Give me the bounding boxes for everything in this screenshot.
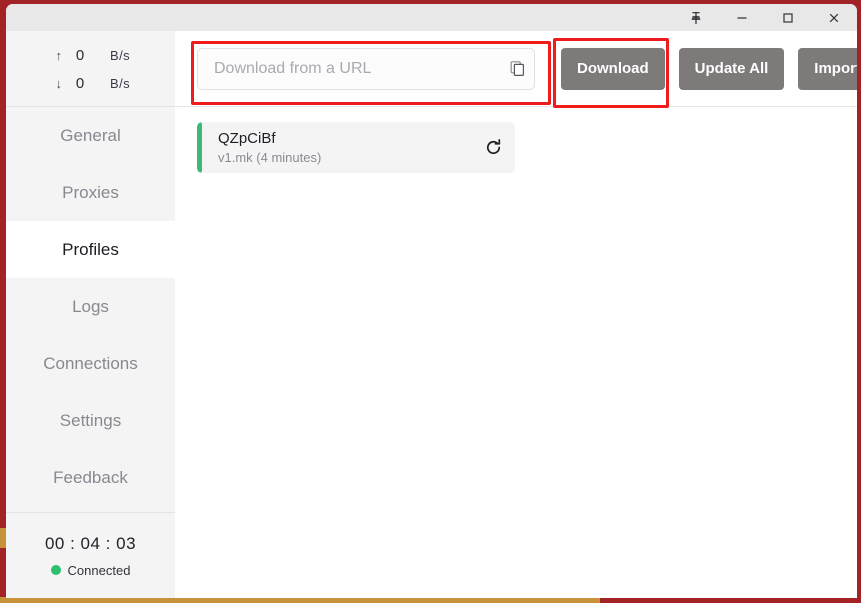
profile-card[interactable]: QZpCiBf v1.mk (4 minutes) [197,122,515,173]
profile-detail: v1.mk (4 minutes) [218,149,322,165]
pin-icon[interactable] [673,4,719,31]
sidebar-item-settings[interactable]: Settings [6,392,175,449]
update-all-button[interactable]: Update All [678,47,785,90]
sidebar-item-feedback[interactable]: Feedback [6,449,175,506]
profile-accent-bar [197,122,202,173]
session-timer: 00 : 04 : 03 [44,533,137,553]
download-arrow-icon: ↓ [55,75,63,91]
app-window: ↑ 0 B/s ↓ 0 B/s General Proxies Profiles… [0,0,861,603]
profile-list: QZpCiBf v1.mk (4 minutes) [175,107,857,173]
main-content: Download Update All Import QZpCiBf v1.mk… [175,31,857,598]
sidebar-item-general[interactable]: General [6,107,175,164]
download-speed-row: ↓ 0 B/s [6,69,175,97]
sidebar-footer: 00 : 04 : 03 Connected [6,512,175,598]
sidebar-nav: General Proxies Profiles Logs Connection… [6,107,175,506]
refresh-icon[interactable] [471,138,515,157]
download-speed-value: 0 [75,74,85,92]
speed-panel: ↑ 0 B/s ↓ 0 B/s [6,31,175,107]
connection-status: Connected [50,562,131,578]
titlebar [6,4,857,31]
maximize-button[interactable] [765,4,811,31]
sidebar: ↑ 0 B/s ↓ 0 B/s General Proxies Profiles… [6,31,175,598]
sidebar-item-profiles[interactable]: Profiles [6,221,175,278]
connection-status-label: Connected [67,562,131,578]
close-button[interactable] [811,4,857,31]
sidebar-item-logs[interactable]: Logs [6,278,175,335]
upload-speed-unit: B/s [110,47,130,63]
download-speed-unit: B/s [110,75,130,91]
sidebar-item-connections[interactable]: Connections [6,335,175,392]
status-dot-icon [50,565,61,575]
window-client-area: ↑ 0 B/s ↓ 0 B/s General Proxies Profiles… [6,4,857,598]
profile-text: QZpCiBf v1.mk (4 minutes) [218,130,471,166]
upload-arrow-icon: ↑ [55,47,63,63]
upload-speed-row: ↑ 0 B/s [6,41,175,69]
sidebar-item-proxies[interactable]: Proxies [6,164,175,221]
download-button[interactable]: Download [561,47,665,90]
url-input-box[interactable] [197,47,535,90]
url-field-wrap [197,47,535,90]
import-button[interactable]: Import [798,47,857,90]
copy-icon[interactable] [500,60,534,77]
profile-name: QZpCiBf [218,129,276,147]
minimize-button[interactable] [719,4,765,31]
upload-speed-value: 0 [75,46,85,64]
url-input[interactable] [198,59,500,78]
toolbar: Download Update All Import [175,31,857,108]
